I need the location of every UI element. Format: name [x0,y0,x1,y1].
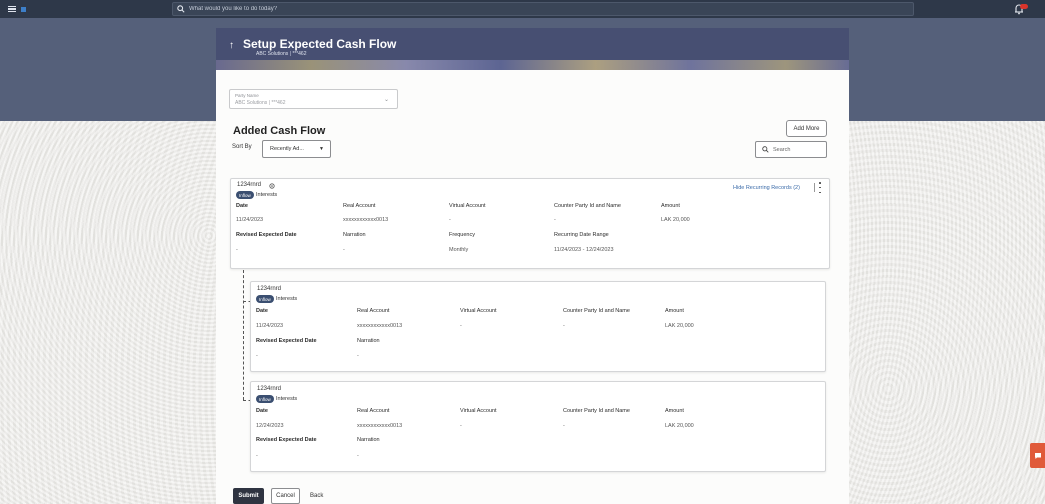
record-id: 1234rnrd [257,286,282,292]
label-amount: Amount [665,408,684,414]
recurring-icon [269,183,275,189]
section-title: Added Cash Flow [233,125,326,137]
value-real-account: xxxxxxxxxxxx0013 [357,323,403,329]
recurring-record[interactable] [250,381,826,472]
caret-down-icon: ▼ [319,146,324,152]
inflow-badge: Inflow [256,395,274,403]
value-recurring-range: 11/24/2023 - 12/24/2023 [554,247,614,253]
value-real-account: xxxxxxxxxxxx0013 [343,217,389,223]
value-frequency: Monthly [449,247,469,253]
label-date: Date [256,408,268,414]
value-narration: - [357,353,359,359]
value-narration: - [357,453,359,459]
party-name-value: ABC Solutions | ***462 [235,100,286,106]
party-name-label: Party Name [235,93,259,98]
more-options-icon[interactable] [818,182,822,193]
global-search-input[interactable] [189,6,489,12]
label-virtual-account: Virtual Account [460,408,497,414]
list-search[interactable] [755,141,827,158]
label-virtual-account: Virtual Account [449,203,486,209]
value-narration: - [343,247,345,253]
value-real-account: xxxxxxxxxxxx0013 [357,423,403,429]
label-revised-date: Revised Expected Date [236,232,297,238]
logo-icon [21,6,26,12]
divider [814,183,815,192]
value-counter-party: - [563,423,565,429]
chevron-down-icon: ⌄ [383,97,389,103]
label-counter-party: Counter Party Id and Name [563,308,630,314]
label-recurring-range: Recurring Date Range [554,232,609,238]
value-revised-date: - [256,453,258,459]
cancel-button[interactable]: Cancel [271,488,300,504]
label-counter-party: Counter Party Id and Name [554,203,621,209]
value-date: 11/24/2023 [256,323,284,329]
menu-icon[interactable] [8,6,16,12]
add-more-button[interactable]: Add More [786,120,827,137]
banner-decoration [216,60,849,70]
list-search-input[interactable] [773,146,823,153]
search-icon [762,146,769,153]
chat-button[interactable] [1030,443,1045,468]
label-real-account: Real Account [357,408,390,414]
label-date: Date [236,203,248,209]
value-revised-date: - [256,353,258,359]
value-date: 12/24/2023 [256,423,284,429]
page-title: Setup Expected Cash Flow [243,37,397,51]
party-name-select[interactable]: Party Name ABC Solutions | ***462 ⌄ [229,89,398,109]
category-label: Interests [256,192,278,198]
label-virtual-account: Virtual Account [460,308,497,314]
cash-flow-record[interactable] [230,178,830,269]
value-virtual-account: - [460,323,462,329]
value-virtual-account: - [449,217,451,223]
label-narration: Narration [357,338,380,344]
value-counter-party: - [563,323,565,329]
label-real-account: Real Account [357,308,390,314]
value-revised-date: - [236,247,238,253]
label-amount: Amount [661,203,680,209]
notification-badge [1020,4,1028,9]
label-counter-party: Counter Party Id and Name [563,408,630,414]
tree-connector [243,270,244,400]
category-label: Interests [276,396,298,402]
label-revised-date: Revised Expected Date [256,437,317,443]
label-amount: Amount [665,308,684,314]
hide-recurring-link[interactable]: Hide Recurring Records (2) [733,185,800,191]
label-narration: Narration [357,437,380,443]
back-button[interactable]: Back [310,488,323,504]
value-virtual-account: - [460,423,462,429]
record-id: 1234rnrd [237,182,262,188]
inflow-badge: Inflow [236,191,254,199]
global-search[interactable] [172,2,914,16]
submit-button[interactable]: Submit [233,488,264,504]
label-frequency: Frequency [449,232,475,238]
value-amount: LAK 20,000 [661,217,690,223]
value-counter-party: - [554,217,556,223]
search-icon [177,5,185,13]
recurring-record[interactable] [250,281,826,372]
label-real-account: Real Account [343,203,376,209]
value-amount: LAK 20,000 [665,323,694,329]
sort-by-value: Recently Ad... [270,146,304,152]
value-amount: LAK 20,000 [665,423,694,429]
page-subtitle: ABC Solutions | ***462 [256,51,307,57]
label-revised-date: Revised Expected Date [256,338,317,344]
sort-by-label: Sort By [232,144,252,150]
record-id: 1234rnrd [257,386,282,392]
back-arrow-icon[interactable]: ↑ [229,40,234,51]
sort-by-select[interactable]: Recently Ad... ▼ [262,140,331,158]
label-date: Date [256,308,268,314]
category-label: Interests [276,296,298,302]
label-narration: Narration [343,232,366,238]
inflow-badge: Inflow [256,295,274,303]
value-date: 11/24/2023 [236,217,264,223]
chat-icon [1034,452,1041,459]
